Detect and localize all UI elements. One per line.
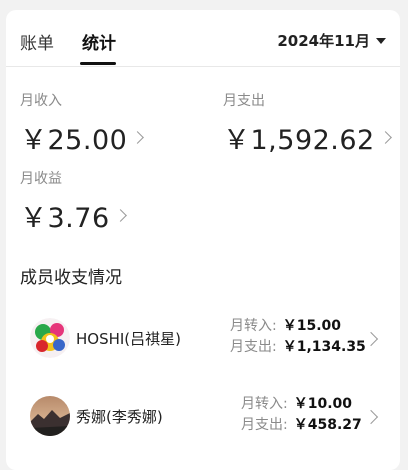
month-selector[interactable]: 2024年11月: [277, 30, 386, 51]
tab-ledger[interactable]: 账单: [20, 29, 54, 54]
expense-label: 月支出:: [241, 417, 288, 433]
transfer-in-value: ￥15.00: [282, 318, 342, 334]
month-label: 2024年11月: [277, 32, 370, 50]
member-row-hoshi[interactable]: HOSHI(吕祺星) 月转入: ￥15.00 月支出: ￥1,134.35: [6, 304, 400, 370]
yield-amount: ￥3.76: [20, 203, 110, 234]
chevron-right-icon: [363, 331, 379, 347]
expense-value: ￥458.27: [293, 417, 362, 433]
income-label: 月收入: [20, 93, 62, 109]
members-section-title: 成员收支情况: [20, 268, 122, 288]
yield-label: 月收益: [20, 171, 62, 187]
colorful-sticker-avatar-icon: [30, 318, 70, 358]
statistics-card: 账单 统计 2024年11月 月收入 ￥25.00 月支出 ￥1,592.62 …: [6, 10, 400, 470]
expense-amount: ￥1,592.62: [223, 125, 375, 156]
chevron-right-icon: [378, 131, 392, 144]
active-tab-indicator: [80, 62, 116, 65]
member-row-xiuna[interactable]: 秀娜(李秀娜) 月转入: ￥10.00 月支出: ￥458.27: [6, 382, 400, 448]
income-amount: ￥25.00: [20, 125, 128, 156]
member-stats: 月转入: ￥15.00 月支出: ￥1,134.35: [230, 316, 366, 358]
expense-value: ￥1,134.35: [282, 339, 366, 355]
member-name: 秀娜(李秀娜): [76, 408, 163, 426]
monthly-yield[interactable]: 月收益 ￥3.76: [20, 168, 127, 235]
chevron-right-icon: [363, 409, 379, 425]
monthly-income[interactable]: 月收入 ￥25.00: [20, 90, 145, 157]
member-name: HOSHI(吕祺星): [76, 330, 182, 348]
landscape-photo-avatar-icon: [30, 396, 70, 436]
transfer-in-label: 月转入:: [241, 396, 288, 412]
member-stats: 月转入: ￥10.00 月支出: ￥458.27: [241, 394, 362, 436]
expense-label: 月支出:: [230, 339, 277, 355]
transfer-in-label: 月转入:: [230, 318, 277, 334]
tab-bar: 账单 统计 2024年11月: [6, 10, 400, 67]
expense-label: 月支出: [223, 93, 265, 109]
caret-down-icon: [376, 37, 386, 44]
transfer-in-value: ￥10.00: [293, 396, 353, 412]
chevron-right-icon: [131, 131, 145, 144]
tab-statistics[interactable]: 统计: [82, 29, 116, 54]
chevron-right-icon: [113, 209, 127, 222]
monthly-expense[interactable]: 月支出 ￥1,592.62: [223, 90, 392, 157]
